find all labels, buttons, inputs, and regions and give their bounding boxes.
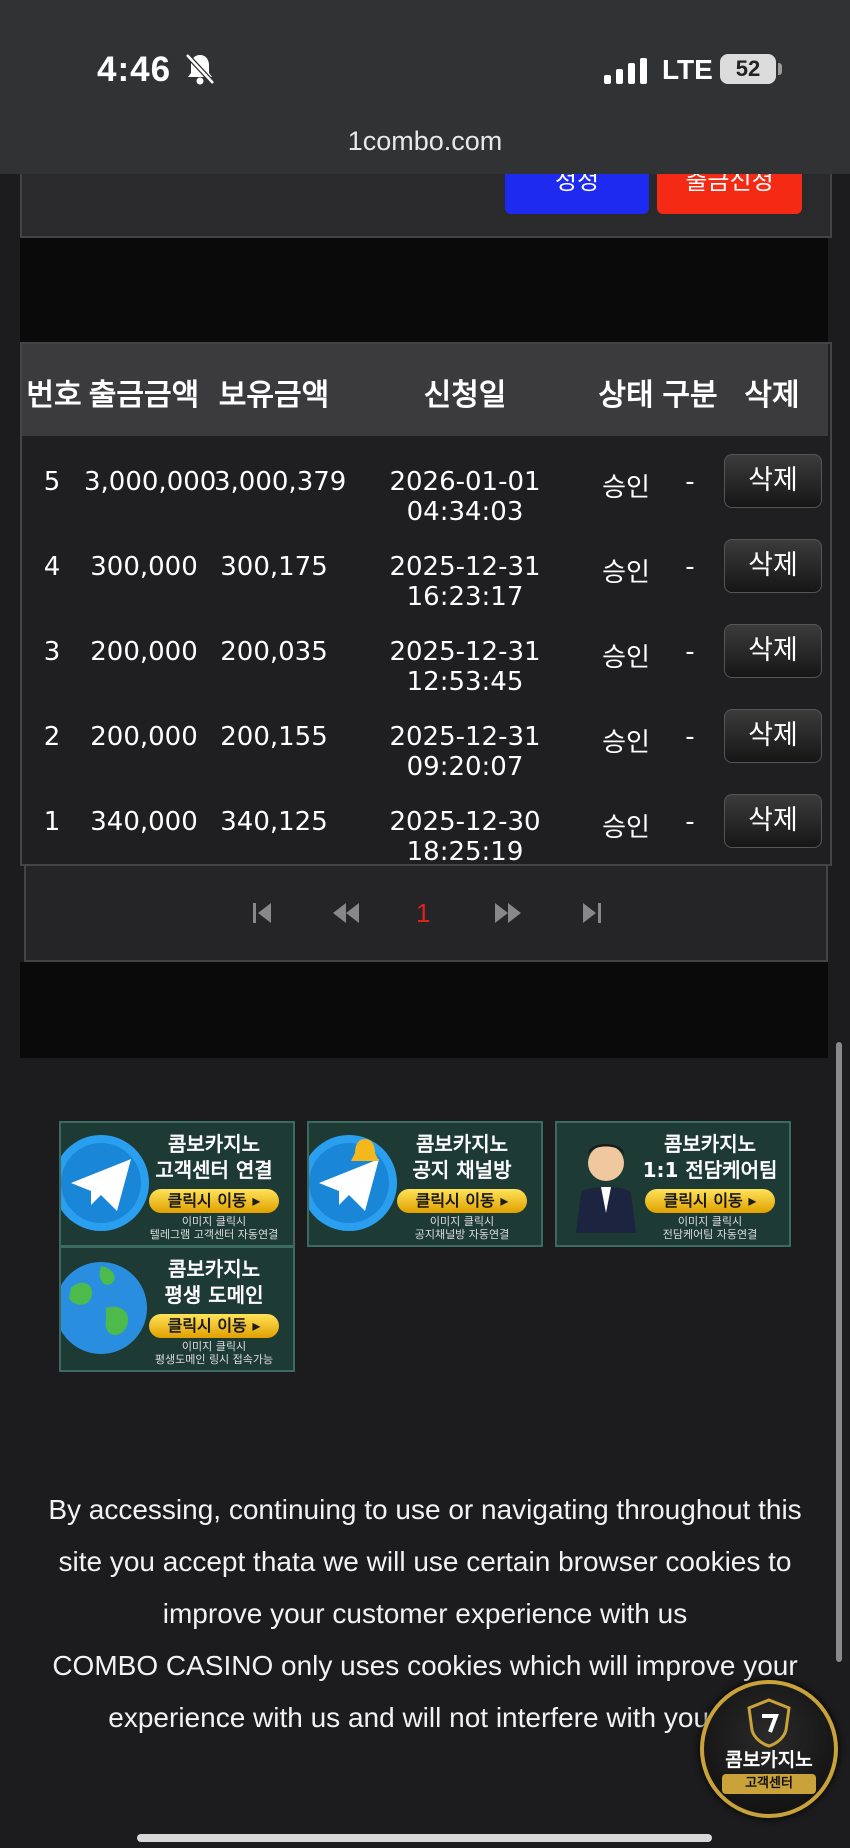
banner-care-team[interactable]: 콤보카지노 1:1 전담케어팀 클릭시 이동 ▸ 이미지 클릭시 전담케어팀 자동연…	[555, 1121, 791, 1247]
shield-logo-icon	[747, 1698, 791, 1748]
cell-balance: 300,175	[220, 552, 328, 582]
banner-title-2: 공지 채널방	[412, 1158, 512, 1182]
cell-date: 2025-12-31 09:20:07	[389, 722, 541, 782]
banner-sub-2: 공지채널방 자동연결	[414, 1228, 510, 1241]
divider-band	[20, 238, 828, 342]
banner-sub-2: 텔레그램 고객센터 자동연결	[149, 1228, 279, 1241]
banner-click-button[interactable]: 클릭시 이동 ▸	[397, 1189, 527, 1213]
delete-button[interactable]: 삭제	[724, 794, 822, 848]
banner-click-button[interactable]: 클릭시 이동 ▸	[645, 1189, 775, 1213]
cookie-line: COMBO CASINO only uses cookies which wil…	[52, 1650, 798, 1681]
page-1-link[interactable]: 1	[416, 898, 430, 929]
header-no: 번호	[26, 378, 82, 413]
signal-icon	[604, 58, 647, 84]
cell-type: -	[685, 552, 695, 582]
header-type: 구분	[662, 378, 718, 413]
cell-date: 2025-12-31 16:23:17	[389, 552, 541, 612]
cell-date: 2025-12-30 18:25:19	[389, 807, 541, 867]
home-indicator	[137, 1834, 712, 1842]
banner-title-2: 1:1 전담케어팀	[642, 1158, 778, 1182]
battery-icon: 52	[720, 54, 776, 84]
header-balance: 보유금액	[218, 378, 330, 413]
status-time: 4:46	[97, 50, 172, 89]
delete-button[interactable]: 삭제	[724, 624, 822, 678]
header-status: 상태	[598, 378, 654, 413]
cell-type: -	[685, 637, 695, 667]
banner-title-1: 콤보카지노	[664, 1132, 756, 1156]
cell-amount: 200,000	[90, 722, 198, 752]
bell-slash-icon	[185, 53, 215, 85]
cell-status: 승인	[602, 473, 650, 503]
scrollbar[interactable]	[836, 1042, 842, 1662]
cell-no: 1	[43, 807, 61, 837]
cell-date: 2025-12-31 12:53:45	[389, 637, 541, 697]
next-page-icon[interactable]	[494, 901, 522, 925]
cell-balance: 3,000,379	[214, 467, 347, 497]
cell-status: 승인	[602, 558, 650, 588]
banner-sub-1: 이미지 클릭시	[429, 1215, 495, 1228]
first-page-icon[interactable]	[252, 901, 272, 925]
divider-band	[20, 962, 828, 1058]
prev-page-icon[interactable]	[332, 901, 360, 925]
cell-no: 3	[43, 637, 61, 667]
banner-click-button[interactable]: 클릭시 이동 ▸	[149, 1189, 279, 1213]
cell-no: 4	[43, 552, 61, 582]
banner-sub-2: 평생도메인 링시 접속가능	[154, 1353, 274, 1366]
browser-url[interactable]: 1combo.com	[0, 126, 850, 157]
cell-type: -	[685, 722, 695, 752]
banner-sub-1: 이미지 클릭시	[181, 1340, 247, 1353]
cell-balance: 340,125	[220, 807, 328, 837]
cell-no: 2	[43, 722, 61, 752]
banner-title-2: 고객센터 연결	[155, 1158, 273, 1182]
cell-type: -	[685, 467, 695, 497]
blue-action-button[interactable]: 정정	[505, 174, 649, 214]
badge-subtitle: 고객센터	[722, 1774, 816, 1794]
cell-status: 승인	[602, 728, 650, 758]
banner-sub-2: 전담케어팀 자동연결	[662, 1228, 758, 1241]
banner-sub-1: 이미지 클릭시	[677, 1215, 743, 1228]
floating-customer-center-button[interactable]: 콤보카지노 고객센터	[700, 1680, 838, 1818]
cell-amount: 200,000	[90, 637, 198, 667]
banner-title-1: 콤보카지노	[416, 1132, 508, 1156]
banner-sub-1: 이미지 클릭시	[181, 1215, 247, 1228]
withdraw-request-button[interactable]: 출금신청	[657, 174, 802, 214]
delete-button[interactable]: 삭제	[724, 539, 822, 593]
delete-button[interactable]: 삭제	[724, 454, 822, 508]
banner-notice-channel[interactable]: 콤보카지노 공지 채널방 클릭시 이동 ▸ 이미지 클릭시 공지채널방 자동연결	[307, 1121, 543, 1247]
cookie-line: improve your customer experience with us	[162, 1598, 688, 1629]
header-delete: 삭제	[744, 378, 800, 413]
cookie-line: site you accept thata we will use certai…	[58, 1546, 792, 1577]
cell-type: -	[685, 807, 695, 837]
battery-cap	[778, 63, 782, 75]
banner-lifetime-domain[interactable]: 콤보카지노 평생 도메인 클릭시 이동 ▸ 이미지 클릭시 평생도메인 링시 접속가…	[59, 1246, 295, 1372]
cell-amount: 3,000,000	[84, 467, 217, 497]
header-amount: 출금금액	[88, 378, 200, 413]
banner-click-button[interactable]: 클릭시 이동 ▸	[149, 1314, 279, 1338]
cell-status: 승인	[602, 813, 650, 843]
banner-customer-center[interactable]: 콤보카지노 고객센터 연결 클릭시 이동 ▸ 이미지 클릭시 텔레그램 고객센터 자…	[59, 1121, 295, 1247]
cell-status: 승인	[602, 643, 650, 673]
delete-button[interactable]: 삭제	[724, 709, 822, 763]
cell-amount: 340,000	[90, 807, 198, 837]
network-type: LTE	[662, 54, 713, 85]
banner-title-1: 콤보카지노	[168, 1257, 260, 1281]
header-date: 신청일	[423, 378, 507, 413]
cookie-notice: By accessing, continuing to use or navig…	[20, 1484, 830, 1744]
cell-balance: 200,035	[220, 637, 328, 667]
cookie-line: By accessing, continuing to use or navig…	[48, 1494, 802, 1525]
cell-balance: 200,155	[220, 722, 328, 752]
banner-title-1: 콤보카지노	[168, 1132, 260, 1156]
badge-title: 콤보카지노	[725, 1749, 813, 1771]
cell-date: 2026-01-01 04:34:03	[389, 467, 541, 527]
last-page-icon[interactable]	[582, 901, 602, 925]
cell-no: 5	[43, 467, 61, 497]
cell-amount: 300,000	[90, 552, 198, 582]
banner-title-2: 평생 도메인	[164, 1283, 264, 1307]
